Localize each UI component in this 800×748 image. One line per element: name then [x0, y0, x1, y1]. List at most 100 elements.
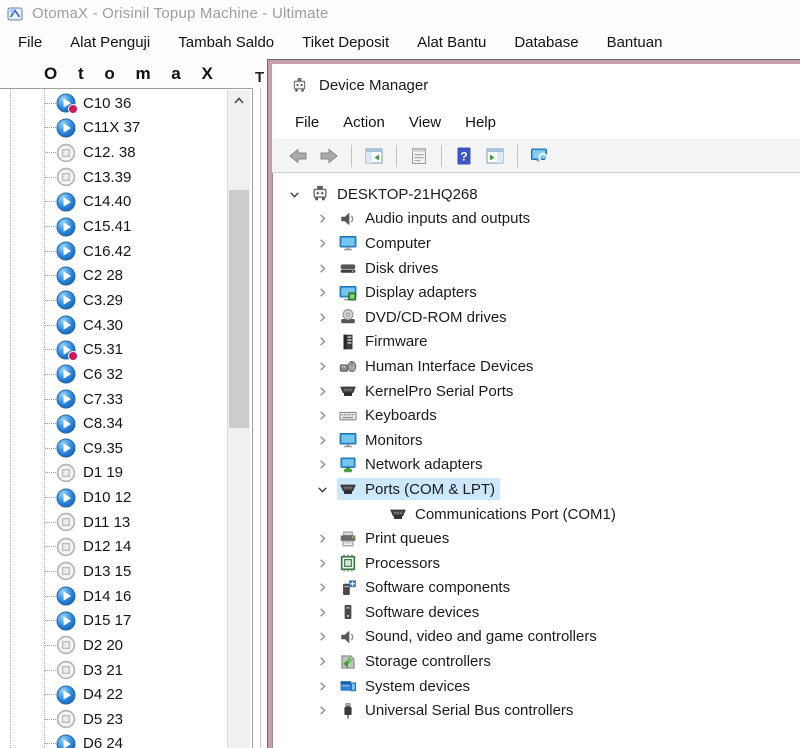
- tree-item-c10-36[interactable]: C10 36: [0, 91, 226, 116]
- device-node-software-devices[interactable]: Software devices: [273, 600, 800, 625]
- tree-item-c15-41[interactable]: C15.41: [0, 214, 226, 239]
- device-node-display-adapters[interactable]: Display adapters: [273, 280, 800, 305]
- tree-item-d6-24[interactable]: D6 24: [0, 732, 226, 748]
- tree-item-d15-17[interactable]: D15 17: [0, 608, 226, 633]
- chevron-right-icon[interactable]: [315, 211, 337, 227]
- tree-item-c2-28[interactable]: C2 28: [0, 263, 226, 288]
- tree-item-c13-39[interactable]: C13.39: [0, 165, 226, 190]
- chevron-down-icon[interactable]: [287, 186, 309, 202]
- device-node-software-components[interactable]: Software components: [273, 576, 800, 601]
- device-node-monitors[interactable]: Monitors: [273, 428, 800, 453]
- chevron-right-icon[interactable]: [315, 235, 337, 251]
- back-icon[interactable]: [285, 144, 311, 168]
- chevron-right-icon[interactable]: [315, 654, 337, 670]
- tree-item-c7-33[interactable]: C7.33: [0, 387, 226, 412]
- menu-item-alat-bantu[interactable]: Alat Bantu: [403, 34, 500, 51]
- menu-item-tiket-deposit[interactable]: Tiket Deposit: [288, 34, 403, 51]
- chevron-right-icon[interactable]: [315, 358, 337, 374]
- tree-item-d1-19[interactable]: D1 19: [0, 461, 226, 486]
- device-node-dvd-cd-rom-drives[interactable]: DVD/CD-ROM drives: [273, 305, 800, 330]
- tree-item-c12-38[interactable]: C12. 38: [0, 140, 226, 165]
- device-node-universal-serial-bus-controllers[interactable]: Universal Serial Bus controllers: [273, 698, 800, 723]
- chevron-right-icon[interactable]: [315, 703, 337, 719]
- tree-item-label: C3.29: [83, 292, 123, 309]
- chevron-right-icon[interactable]: [315, 408, 337, 424]
- device-node-processors[interactable]: Processors: [273, 551, 800, 576]
- console-tree-icon[interactable]: [361, 144, 387, 168]
- chevron-right-icon[interactable]: [315, 260, 337, 276]
- device-node-network-adapters[interactable]: Network adapters: [273, 453, 800, 478]
- scrollbar-thumb[interactable]: [229, 190, 249, 428]
- play-icon: [56, 414, 76, 434]
- chevron-right-icon[interactable]: [315, 604, 337, 620]
- chevron-right-icon[interactable]: [315, 285, 337, 301]
- chevron-right-icon[interactable]: [315, 555, 337, 571]
- forward-icon[interactable]: [316, 144, 342, 168]
- device-node-communications-port-com1[interactable]: Communications Port (COM1): [273, 502, 800, 527]
- action-pane-icon[interactable]: [482, 144, 508, 168]
- chevron-right-icon[interactable]: [315, 531, 337, 547]
- tree-item-d2-20[interactable]: D2 20: [0, 633, 226, 658]
- chevron-right-icon[interactable]: [315, 309, 337, 325]
- tree-item-d12-14[interactable]: D12 14: [0, 535, 226, 560]
- chevron-right-icon[interactable]: [315, 678, 337, 694]
- menu-item-database[interactable]: Database: [500, 34, 592, 51]
- tree-item-c4-30[interactable]: C4.30: [0, 313, 226, 338]
- chevron-down-icon[interactable]: [315, 481, 337, 497]
- scroll-up-button[interactable]: [228, 90, 250, 112]
- menu-item-tambah-saldo[interactable]: Tambah Saldo: [164, 34, 288, 51]
- device-node-kernelpro-serial-ports[interactable]: KernelPro Serial Ports: [273, 379, 800, 404]
- device-node-firmware[interactable]: Firmware: [273, 330, 800, 355]
- device-node-ports-com-lpt[interactable]: Ports (COM & LPT): [273, 477, 800, 502]
- tree-item-c14-40[interactable]: C14.40: [0, 190, 226, 215]
- device-node-audio-inputs-and-outputs[interactable]: Audio inputs and outputs: [273, 207, 800, 232]
- tree-item-c8-34[interactable]: C8.34: [0, 411, 226, 436]
- play-icon: [56, 290, 76, 310]
- chevron-right-icon[interactable]: [315, 383, 337, 399]
- properties-icon[interactable]: [406, 144, 432, 168]
- scan-hardware-icon[interactable]: [527, 144, 553, 168]
- device-node-computer[interactable]: Computer: [273, 231, 800, 256]
- tree-item-d3-21[interactable]: D3 21: [0, 658, 226, 683]
- menu-item-alat-penguji[interactable]: Alat Penguji: [56, 34, 164, 51]
- device-node-storage-controllers[interactable]: Storage controllers: [273, 649, 800, 674]
- chevron-right-icon[interactable]: [315, 432, 337, 448]
- dm-menu-item-file[interactable]: File: [283, 114, 331, 131]
- device-manager-titlebar[interactable]: Device Manager: [272, 64, 800, 106]
- sidebar-scrollbar[interactable]: [227, 90, 250, 748]
- device-node-human-interface-devices[interactable]: Human Interface Devices: [273, 354, 800, 379]
- tree-connector-line: [45, 719, 56, 720]
- toolbar-separator: [441, 145, 442, 167]
- tree-item-d4-22[interactable]: D4 22: [0, 682, 226, 707]
- tree-item-c6-32[interactable]: C6 32: [0, 362, 226, 387]
- tree-item-d5-23[interactable]: D5 23: [0, 707, 226, 732]
- tree-item-c3-29[interactable]: C3.29: [0, 288, 226, 313]
- device-node-keyboards[interactable]: Keyboards: [273, 403, 800, 428]
- device-node-print-queues[interactable]: Print queues: [273, 526, 800, 551]
- dm-menu-item-action[interactable]: Action: [331, 114, 397, 131]
- dm-menu-item-view[interactable]: View: [397, 114, 453, 131]
- chevron-right-icon[interactable]: [315, 334, 337, 350]
- device-node-disk-drives[interactable]: Disk drives: [273, 256, 800, 281]
- stop-icon: [56, 537, 76, 557]
- menu-item-file[interactable]: File: [4, 34, 56, 51]
- tree-item-c5-31[interactable]: C5.31: [0, 337, 226, 362]
- device-node-desktop-21hq268[interactable]: DESKTOP-21HQ268: [273, 182, 800, 207]
- tree-item-c9-35[interactable]: C9.35: [0, 436, 226, 461]
- menu-item-bantuan[interactable]: Bantuan: [593, 34, 677, 51]
- chevron-right-icon[interactable]: [315, 457, 337, 473]
- tree-item-d10-12[interactable]: D10 12: [0, 485, 226, 510]
- chevron-right-icon[interactable]: [315, 629, 337, 645]
- help-icon[interactable]: ?: [451, 144, 477, 168]
- tree-item-c16-42[interactable]: C16.42: [0, 239, 226, 264]
- tree-item-d14-16[interactable]: D14 16: [0, 584, 226, 609]
- dm-menu-item-help[interactable]: Help: [453, 114, 508, 131]
- device-node-system-devices[interactable]: System devices: [273, 674, 800, 699]
- tree-item-d11-13[interactable]: D11 13: [0, 510, 226, 535]
- tree-item-c11x-37[interactable]: C11X 37: [0, 116, 226, 141]
- device-node-sound-video-and-game-controllers[interactable]: Sound, video and game controllers: [273, 625, 800, 650]
- tree-item-label: D15 17: [83, 612, 131, 629]
- device-node-label: Keyboards: [365, 407, 437, 424]
- chevron-right-icon[interactable]: [315, 580, 337, 596]
- tree-item-d13-15[interactable]: D13 15: [0, 559, 226, 584]
